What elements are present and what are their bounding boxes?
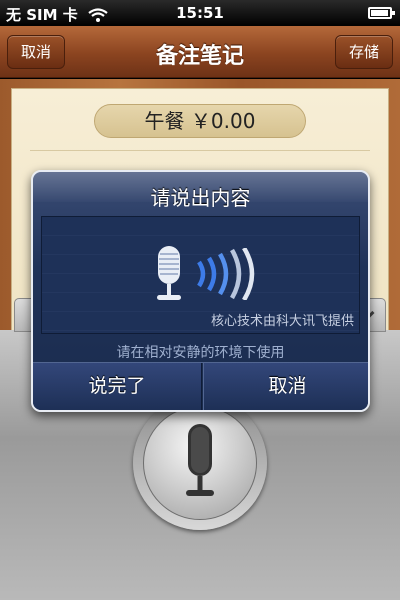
- dialog-button-row: 说完了 取消: [33, 362, 368, 410]
- finish-speaking-button[interactable]: 说完了: [33, 363, 202, 410]
- paper-divider: [30, 150, 370, 151]
- status-time: 15:51: [176, 4, 224, 22]
- microphone-icon: [186, 424, 214, 496]
- battery-icon: [368, 7, 395, 19]
- sound-wave-icon: [197, 248, 255, 300]
- hint-text: 请在相对安静的环境下使用: [116, 345, 285, 361]
- status-bar: 无 SIM 卡 15:51: [0, 0, 400, 26]
- navigation-bar: 取消 备注笔记 存储: [0, 26, 400, 78]
- voice-input-dialog: 请说出内容 核心技术由科大讯飞提供 请在相对安静的环境下使用 说完了 取消: [31, 170, 370, 412]
- microphone-icon: [157, 246, 181, 300]
- dialog-title: 请说出内容: [150, 186, 251, 210]
- save-button[interactable]: 存储: [335, 35, 393, 69]
- credit-text: 核心技术由科大讯飞提供: [210, 314, 354, 329]
- dialog-cancel-button[interactable]: 取消: [203, 363, 368, 410]
- amount-label: 午餐 ￥0.00: [94, 104, 306, 138]
